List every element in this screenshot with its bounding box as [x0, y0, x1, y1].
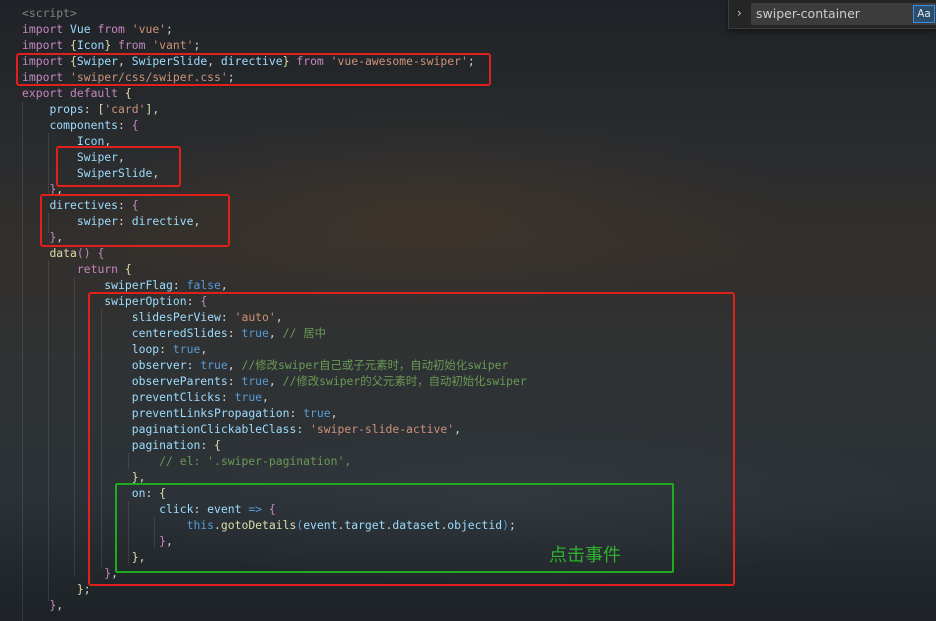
directives-highlight [40, 194, 230, 247]
code-token: data [49, 246, 77, 260]
code-token: import [22, 22, 71, 36]
chevron-right-icon[interactable]: › [737, 6, 742, 20]
code-token: 'vant' [152, 38, 194, 52]
code-token: ; [193, 38, 201, 52]
code-line: components: { [22, 117, 139, 133]
code-token: <script> [22, 6, 77, 20]
code-token: swiperFlag [104, 278, 173, 292]
code-token: () { [76, 246, 105, 260]
code-token: props [49, 102, 84, 116]
code-token: { [124, 262, 132, 276]
find-input[interactable]: swiper-container Aa [751, 3, 936, 25]
code-token: } [104, 38, 119, 52]
code-line: }, [22, 597, 63, 613]
code-token: 'card' [104, 102, 146, 116]
code-token: : [83, 102, 98, 116]
code-token: : [118, 118, 132, 132]
code-token: : [172, 278, 187, 292]
code-token: { [70, 38, 77, 52]
components-swiper-highlight [56, 146, 181, 187]
code-token: export default [22, 86, 125, 100]
code-token: false [186, 278, 221, 292]
code-line: }; [22, 581, 91, 597]
code-line: props: ['card'], [22, 101, 159, 117]
code-token: components [49, 118, 119, 132]
code-token: { [131, 118, 139, 132]
code-token: ; [166, 22, 173, 36]
code-line: data() { [22, 245, 104, 261]
code-token: , [56, 598, 64, 612]
code-line: <script> [22, 5, 77, 21]
code-token: from [118, 38, 153, 52]
code-token: import [22, 38, 71, 52]
code-token: Icon [76, 38, 105, 52]
click-event-note: 点击事件 [549, 545, 621, 566]
code-token: return [76, 262, 125, 276]
import-swiper-highlight [16, 53, 491, 86]
code-token: Vue [70, 22, 98, 36]
code-token: , [220, 278, 228, 292]
find-input-value: swiper-container [756, 6, 860, 21]
match-case-toggle[interactable]: Aa [913, 5, 935, 23]
code-token: , [152, 102, 160, 116]
code-token: from [97, 22, 132, 36]
code-token: } [76, 582, 84, 596]
code-token: 'vue' [131, 22, 167, 36]
code-line: export default { [22, 85, 132, 101]
code-line: import {Icon} from 'vant'; [22, 37, 200, 53]
code-line: import Vue from 'vue'; [22, 21, 173, 37]
find-widget[interactable]: › swiper-container Aa [728, 0, 936, 29]
code-line: return { [22, 261, 132, 277]
code-token: { [124, 86, 132, 100]
code-line: swiperFlag: false, [22, 277, 228, 293]
